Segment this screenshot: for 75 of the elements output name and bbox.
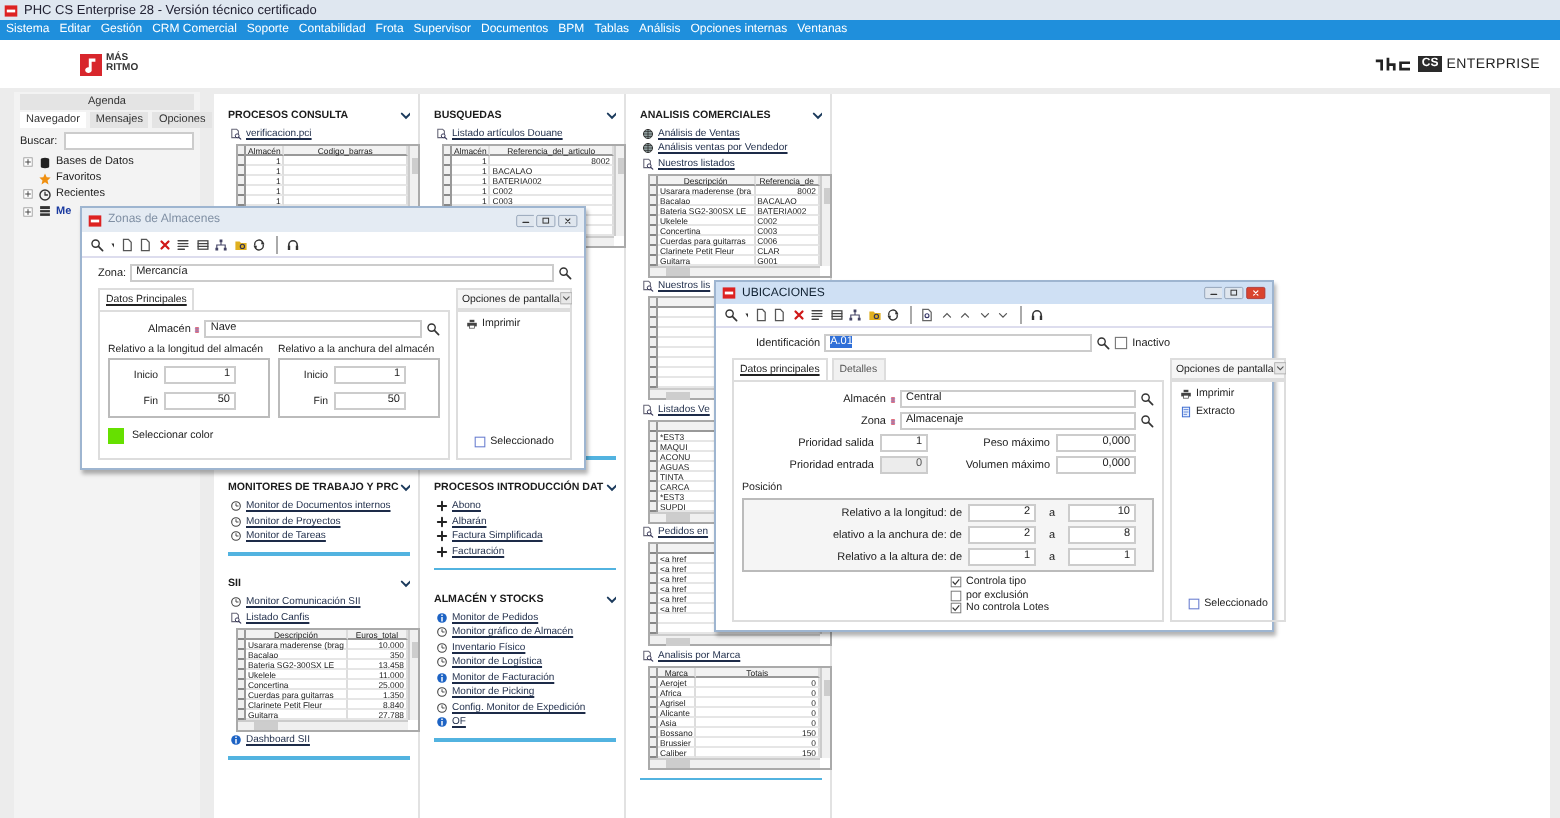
info-icon xyxy=(436,671,448,684)
expand-icon xyxy=(22,188,34,201)
list-icon xyxy=(176,237,191,251)
report-icon xyxy=(642,649,654,662)
clock-icon xyxy=(38,187,52,202)
required-icon xyxy=(194,323,201,335)
search-icon xyxy=(90,237,104,251)
chevron-down-icon xyxy=(605,593,616,605)
expand-icon xyxy=(22,156,34,169)
table-icon xyxy=(195,237,210,251)
search-icon xyxy=(426,322,440,336)
hierarchy-icon xyxy=(214,237,229,251)
logo-icon xyxy=(80,53,102,75)
printer-icon xyxy=(466,318,478,330)
chevron-down-icon xyxy=(399,482,410,494)
hierarchy-icon xyxy=(848,308,863,322)
scrollbar[interactable] xyxy=(820,667,830,757)
chevron-down-icon xyxy=(811,109,822,121)
refresh-icon xyxy=(886,308,901,322)
folder-icon xyxy=(867,308,882,322)
star-icon xyxy=(38,171,52,186)
scrollbar[interactable] xyxy=(650,757,820,767)
scrollbar[interactable] xyxy=(614,145,624,235)
printer-icon xyxy=(1180,388,1192,400)
refresh-icon xyxy=(252,237,267,251)
search-icon xyxy=(558,266,572,280)
app-icon xyxy=(4,3,18,17)
search-icon xyxy=(1140,414,1154,428)
scrollbar[interactable] xyxy=(408,629,418,719)
scrollbar[interactable] xyxy=(650,634,820,644)
report-icon xyxy=(230,127,242,140)
app-icon xyxy=(722,286,736,300)
chevron-down-icon xyxy=(399,578,410,590)
minimize-icon xyxy=(1203,286,1223,300)
required-icon xyxy=(890,415,896,427)
database-icon xyxy=(38,155,52,170)
info-icon xyxy=(436,716,448,729)
preview-icon xyxy=(920,308,935,322)
minimize-icon xyxy=(515,213,535,227)
expand-icon xyxy=(22,205,34,218)
brand-mark-icon xyxy=(1374,55,1414,73)
delete-icon xyxy=(791,308,806,322)
table-icon xyxy=(38,204,52,219)
table-icon xyxy=(829,308,844,322)
headset-icon xyxy=(1030,308,1045,322)
folder-icon xyxy=(233,237,248,251)
chevron-down-icon xyxy=(399,109,410,121)
maximize-icon xyxy=(536,213,557,227)
app-icon xyxy=(88,213,102,227)
report-icon xyxy=(436,127,448,140)
info-icon xyxy=(436,611,448,624)
search-icon xyxy=(1096,336,1111,350)
chevron-down-icon xyxy=(605,109,616,121)
report-icon xyxy=(642,157,654,170)
close-icon xyxy=(558,213,578,227)
scrollbar[interactable] xyxy=(650,265,820,275)
close-icon xyxy=(1246,286,1266,300)
scrollbar[interactable] xyxy=(238,719,408,729)
dropdown-caret-icon xyxy=(1273,362,1287,376)
delete-icon xyxy=(157,237,172,251)
search-icon xyxy=(724,308,738,322)
report-icon xyxy=(230,611,242,624)
headset-icon xyxy=(286,237,301,251)
required-icon xyxy=(890,393,896,405)
chevron-down-icon xyxy=(605,482,616,494)
maximize-icon xyxy=(1224,286,1245,300)
list-icon xyxy=(810,308,825,322)
extract-icon xyxy=(1180,406,1192,418)
dropdown-caret-icon xyxy=(559,292,573,306)
scrollbar[interactable] xyxy=(820,175,830,265)
clock-icon xyxy=(230,596,242,609)
search-icon xyxy=(1140,392,1154,406)
report-icon xyxy=(642,403,654,416)
color-swatch[interactable] xyxy=(108,428,124,444)
search-field[interactable] xyxy=(63,132,194,150)
